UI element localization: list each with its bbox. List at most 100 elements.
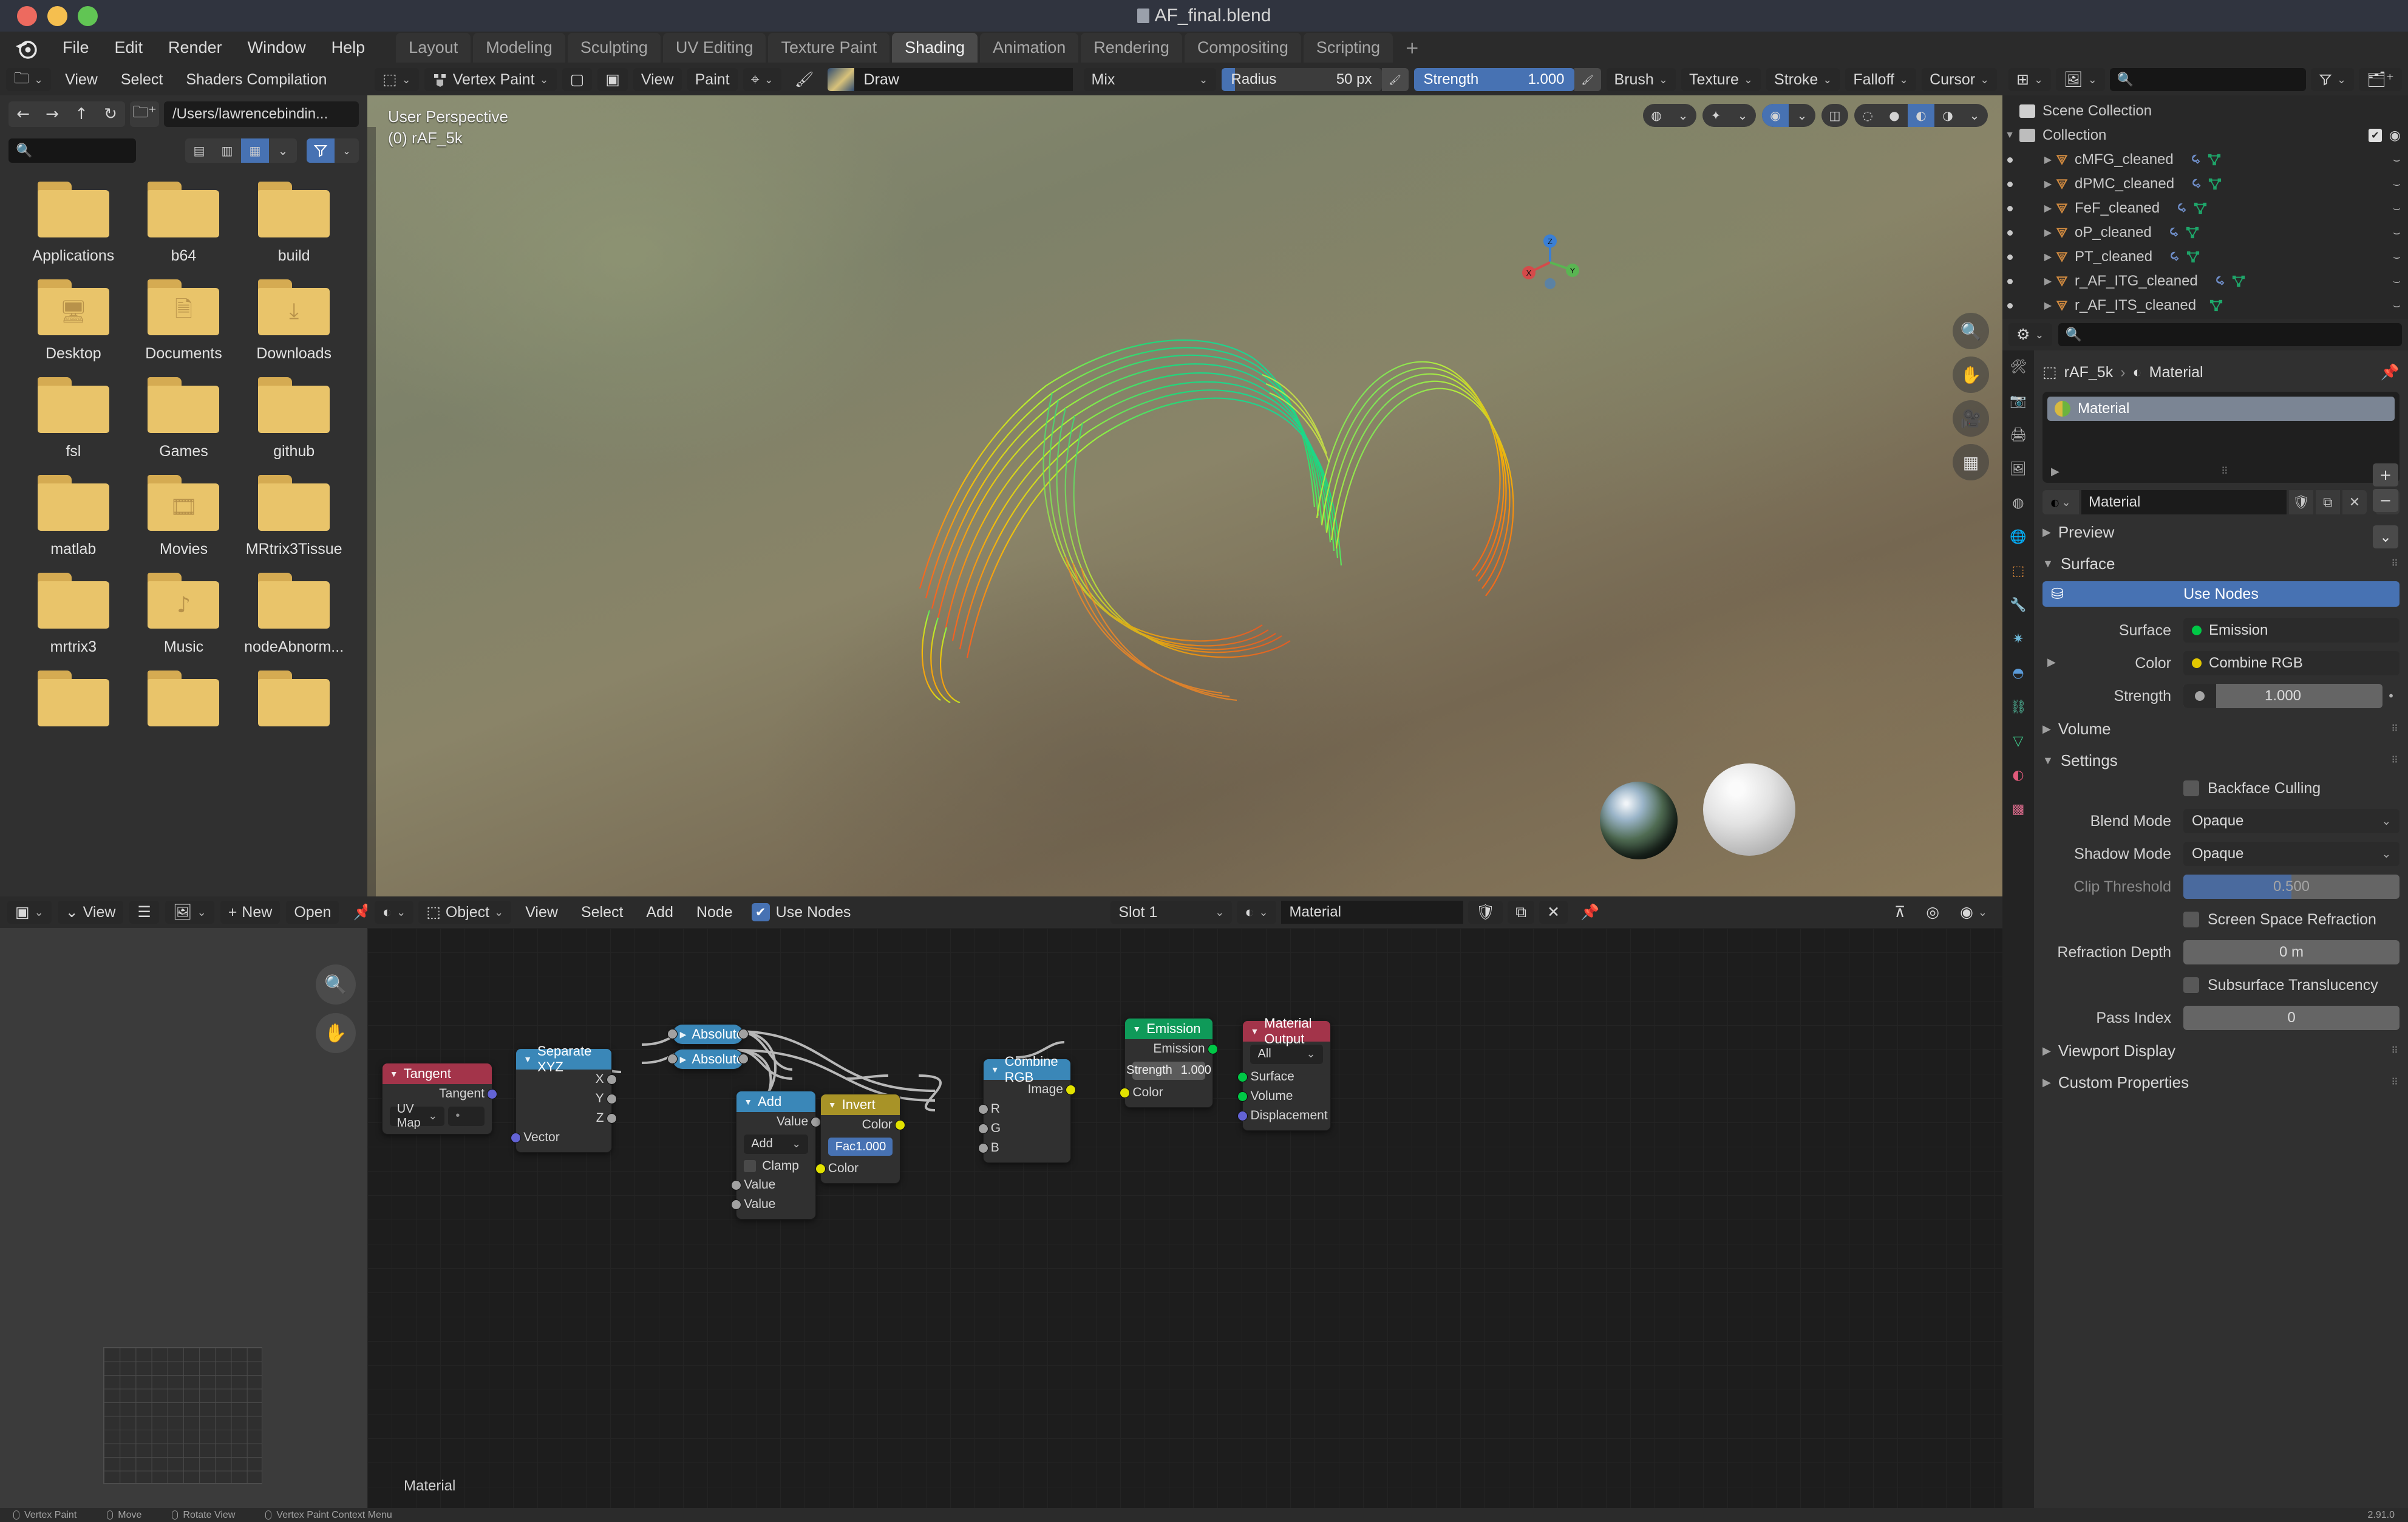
workspace-tab-rendering[interactable]: Rendering — [1081, 33, 1182, 63]
close-icon[interactable]: ✕ — [2342, 490, 2367, 514]
xray-icon[interactable]: ◫ — [1821, 104, 1848, 127]
modifier-icon[interactable] — [2173, 202, 2186, 215]
node-input-socket[interactable] — [978, 1124, 988, 1135]
node-header-absolute_2[interactable]: ▶ Absolute — [672, 1049, 744, 1070]
brush-name-field[interactable]: Draw — [854, 68, 1073, 91]
overlay-icon[interactable]: ◉ ⌄ — [1952, 901, 1995, 924]
outliner-search-input[interactable]: 🔍 — [2109, 68, 2306, 91]
new-collection-icon[interactable]: 🗂⁺ — [2359, 68, 2402, 91]
node-slider[interactable]: Fac 1.000 — [828, 1138, 893, 1156]
workspace-tab-texture-paint[interactable]: Texture Paint — [768, 33, 890, 63]
mesh-data-icon[interactable] — [2232, 275, 2245, 288]
paint-brush-icon[interactable]: 🖌 — [787, 68, 822, 91]
node-emission[interactable]: ▼ Emission Emission Strength 1.000 Color — [1120, 1017, 1218, 1108]
rendered-shading-icon[interactable]: ◑ — [1934, 104, 1961, 127]
remove-material-slot-button[interactable]: − — [2373, 489, 2398, 512]
new-folder-icon[interactable]: 🗀⁺ — [130, 101, 159, 127]
strength-slider[interactable]: 1.000 — [2183, 684, 2382, 708]
stroke-panel-button[interactable]: Stroke ⌄ — [1766, 68, 1840, 91]
viewport-menu-view[interactable]: View — [633, 68, 682, 91]
node-output-socket[interactable] — [486, 1088, 497, 1099]
zoom-icon[interactable]: 🔍 — [1953, 313, 1989, 349]
node-header-absolute_1[interactable]: ▶ Absolute — [672, 1025, 744, 1045]
file-menu-shaders-compilation[interactable]: Shaders Compilation — [177, 71, 336, 89]
modifier-icon[interactable] — [2165, 226, 2178, 239]
3d-viewport-icon[interactable]: ⬚ ⌄ — [375, 68, 419, 91]
workspace-tab-sculpting[interactable]: Sculpting — [567, 33, 661, 63]
node-output-socket[interactable] — [1065, 1085, 1076, 1096]
path-field[interactable]: /Users/lawrencebindin... — [164, 101, 359, 127]
workspace-tab-modeling[interactable]: Modeling — [473, 33, 565, 63]
node-absolute_1[interactable]: ▶ Absolute — [667, 1024, 749, 1045]
node-input-socket[interactable] — [1237, 1091, 1248, 1102]
collapse-icon[interactable]: ▼ — [2002, 130, 2017, 141]
outliner-object-row[interactable]: ▶ FeF_cleaned ⌣ — [2002, 196, 2408, 220]
node-input-socket[interactable] — [815, 1164, 826, 1175]
node-header-invert[interactable]: ▼ Invert — [820, 1094, 900, 1116]
hide-icon[interactable]: ⌣ — [2393, 226, 2401, 240]
editor-type-icon[interactable]: 🗀 ⌄ — [6, 68, 52, 91]
modifier-icon[interactable] — [2211, 275, 2225, 288]
gizmo-icon[interactable]: ✦ — [1702, 104, 1729, 127]
gizmo-chevron-icon[interactable]: ⌄ — [1729, 104, 1756, 127]
mesh-data-icon[interactable] — [2186, 226, 2199, 239]
vertex-select-icon[interactable]: ▢ — [562, 68, 593, 91]
file-item[interactable]: build — [239, 182, 349, 265]
list-icon[interactable]: ▤ — [185, 138, 213, 163]
section-viewport-display[interactable]: ▶ Viewport Display ⠿ — [2042, 1037, 2399, 1065]
tab-texture[interactable]: ▩ — [2008, 799, 2029, 819]
outliner-object-row[interactable]: ▶ cMFG_cleaned ⌣ — [2002, 148, 2408, 172]
shader-menu-view[interactable]: View — [516, 904, 567, 921]
uv-editor-icon[interactable]: ▣ ⌄ — [7, 901, 52, 924]
section-preview[interactable]: ▶ Preview ⠿ — [2042, 518, 2399, 546]
pin-icon[interactable]: 📌 — [1573, 901, 1607, 924]
restrict-dot-icon[interactable] — [2007, 230, 2013, 236]
node-separate_xyz[interactable]: ▼ Separate XYZ X Y Z Vector — [511, 1043, 617, 1153]
use-nodes-toggle[interactable]: ✔ Use Nodes — [751, 903, 851, 921]
filter-icon[interactable]: ⌄ — [2310, 68, 2355, 91]
viewport-menu-paint[interactable]: Paint — [687, 68, 738, 91]
properties-icon[interactable]: ⚙ ⌄ — [2008, 323, 2052, 346]
expand-icon[interactable]: ▶ — [2041, 178, 2055, 190]
cursor-panel-button[interactable]: Cursor ⌄ — [1922, 68, 1998, 91]
texture-panel-button[interactable]: Texture ⌄ — [1681, 68, 1761, 91]
tab-modifiers[interactable]: 🔧 — [2008, 595, 2029, 615]
section-custom-properties[interactable]: ▶ Custom Properties ⠿ — [2042, 1068, 2399, 1096]
node-output-socket[interactable] — [894, 1120, 905, 1131]
node-input-socket[interactable] — [731, 1179, 742, 1190]
file-menu-select[interactable]: Select — [112, 71, 172, 89]
outliner-object-row[interactable]: ▶ r_AF_ITS_cleaned ⌣ — [2002, 293, 2408, 318]
expand-icon[interactable]: ▶ — [2041, 275, 2055, 287]
node-input-socket[interactable] — [667, 1029, 678, 1040]
search-input[interactable]: 🔍 — [9, 138, 136, 163]
mesh-data-icon[interactable] — [2186, 250, 2200, 264]
mesh-data-icon[interactable] — [2208, 153, 2221, 166]
menu-edit[interactable]: Edit — [102, 32, 156, 64]
node-output-socket[interactable] — [811, 1116, 821, 1127]
node-output-socket[interactable] — [738, 1029, 749, 1040]
workspace-tab-uv-editing[interactable]: UV Editing — [662, 33, 766, 63]
node-header-combine_rgb[interactable]: ▼ Combine RGB — [983, 1054, 1070, 1085]
radius-pressure-icon[interactable]: 🖌 — [1381, 68, 1409, 91]
navigation-gizmo[interactable]: Z X Y — [1517, 229, 1583, 296]
shader-material-name-field[interactable]: Material — [1281, 901, 1463, 924]
mesh-data-icon[interactable] — [2208, 177, 2222, 191]
node-invert[interactable]: ▼ Invert Color Fac 1.000 Color — [815, 1094, 905, 1184]
expand-icon[interactable]: ▶ — [680, 1029, 687, 1040]
material-slot-item[interactable]: Material — [2047, 397, 2395, 421]
blend-mode-dropdown[interactable]: Mix ⌄ — [1083, 68, 1216, 91]
overlay-icon[interactable]: ◉ — [1762, 104, 1789, 127]
file-item[interactable]: Games — [129, 377, 239, 460]
pass-index-field[interactable]: 0 — [2183, 1006, 2399, 1030]
file-item[interactable]: MRtrix3Tissue — [239, 475, 349, 558]
strength-pressure-icon[interactable]: 🖌 — [1574, 68, 1601, 91]
node-output-socket[interactable] — [1207, 1043, 1218, 1054]
viewport-toolbar-edge[interactable] — [367, 127, 376, 896]
restrict-dot-icon[interactable] — [2007, 254, 2013, 260]
image-editor-view-menu[interactable]: ⌄ View — [57, 901, 124, 924]
shader-type-dropdown[interactable]: ⬚ Object ⌄ — [418, 901, 512, 924]
collapse-icon[interactable]: ▼ — [744, 1097, 752, 1107]
file-item[interactable]: mrtrix3 — [18, 573, 129, 656]
blend-mode-dropdown[interactable]: Opaque ⌄ — [2183, 809, 2399, 833]
expand-icon[interactable]: ▶ — [2041, 154, 2055, 166]
